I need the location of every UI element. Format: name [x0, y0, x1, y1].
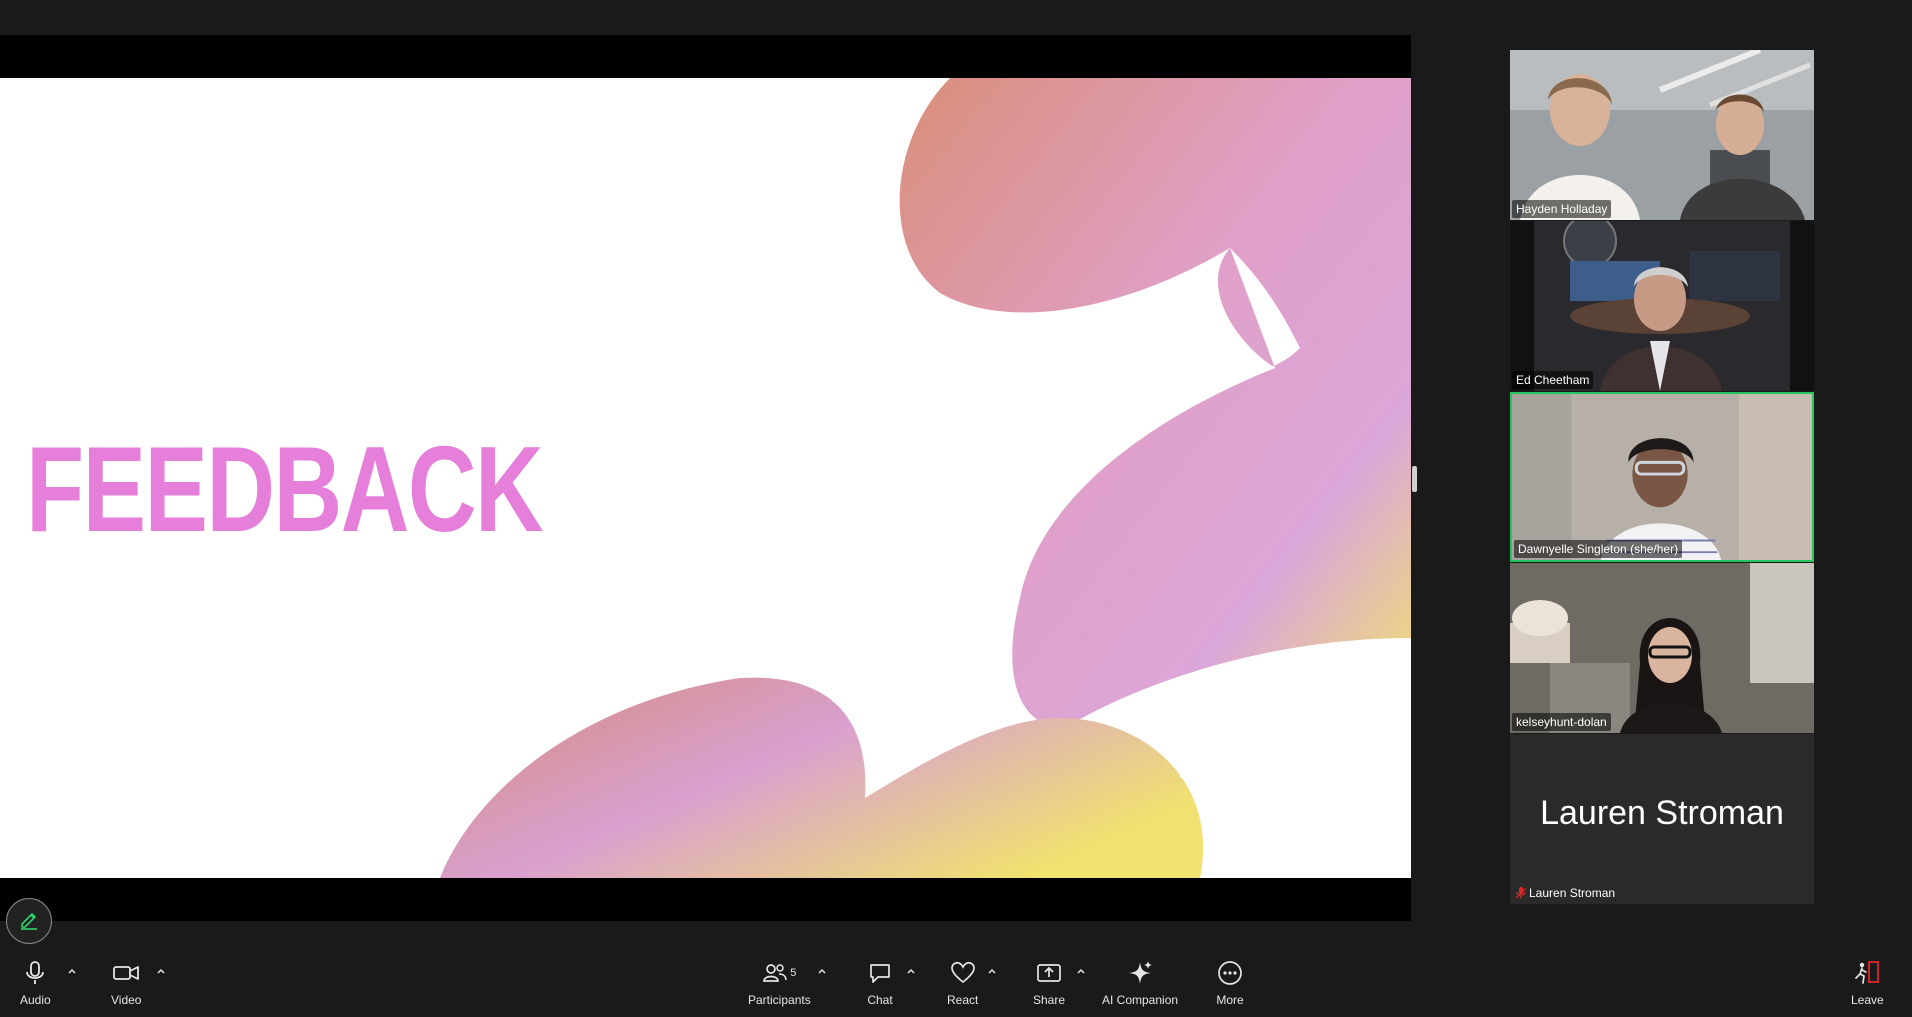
participants-button[interactable]: 5 Participants: [748, 958, 811, 1007]
heart-icon: [950, 961, 975, 984]
annotate-button[interactable]: [6, 898, 52, 944]
leave-label: Leave: [1851, 993, 1884, 1007]
sparkle-icon: [1129, 961, 1153, 984]
participant-tile[interactable]: Hayden Holladay: [1510, 50, 1814, 220]
video-camera-icon: [113, 966, 140, 980]
share-label: Share: [1033, 993, 1066, 1007]
shared-screen: FEEDBACK: [0, 35, 1411, 921]
participant-video: [1512, 394, 1812, 560]
participants-label: Participants: [748, 993, 811, 1007]
participants-options-chevron-up-icon[interactable]: [816, 965, 828, 977]
ai-companion-label: AI Companion: [1102, 993, 1179, 1007]
video-label: Video: [111, 993, 142, 1007]
chat-bubble-icon: [870, 964, 890, 983]
participant-tile-video-off[interactable]: Lauren Stroman Lauren Stroman: [1510, 734, 1814, 904]
chat-label: Chat: [867, 993, 893, 1007]
participant-name: kelseyhunt-dolan: [1512, 713, 1611, 731]
slide-title: FEEDBACK: [26, 421, 544, 557]
participants-count: 5: [790, 967, 797, 979]
chat-options-chevron-up-icon[interactable]: [905, 965, 917, 977]
share-button[interactable]: Share: [1033, 958, 1065, 1007]
mic-muted-icon: [1516, 887, 1526, 899]
video-button[interactable]: Video: [111, 958, 141, 1007]
participant-name-row: Lauren Stroman: [1512, 884, 1619, 902]
participant-name: Dawnyelle Singleton (she/her): [1514, 540, 1683, 558]
meeting-window: FEEDBACK Hayden Holladay Ed Cheetham Daw…: [0, 0, 1912, 1017]
pencil-icon: [21, 913, 37, 930]
more-options-icon: [1218, 961, 1242, 985]
audio-options-chevron-up-icon[interactable]: [66, 965, 78, 977]
participant-tile[interactable]: kelseyhunt-dolan: [1510, 563, 1814, 733]
react-options-chevron-up-icon[interactable]: [986, 965, 998, 977]
audio-label: Audio: [20, 993, 51, 1007]
share-screen-icon: [1037, 964, 1061, 982]
participant-video: [1510, 221, 1814, 391]
participant-name: Ed Cheetham: [1512, 371, 1594, 389]
participant-name: Lauren Stroman: [1529, 886, 1616, 900]
microphone-icon: [26, 961, 45, 984]
participant-avatar-name: Lauren Stroman: [1540, 794, 1784, 832]
presentation-slide: FEEDBACK: [0, 78, 1411, 878]
participant-name: Hayden Holladay: [1512, 200, 1612, 218]
react-button[interactable]: React: [947, 958, 978, 1007]
participant-video: [1510, 50, 1814, 220]
leave-button[interactable]: Leave: [1851, 958, 1884, 1007]
more-label: More: [1216, 993, 1244, 1007]
audio-button[interactable]: Audio: [20, 958, 51, 1007]
participant-tile-active-speaker[interactable]: Dawnyelle Singleton (she/her): [1510, 392, 1814, 562]
ai-companion-button[interactable]: AI Companion: [1102, 958, 1178, 1007]
react-label: React: [947, 993, 979, 1007]
participant-video: [1510, 563, 1814, 733]
chat-button[interactable]: Chat: [865, 958, 895, 1007]
share-options-chevron-up-icon[interactable]: [1075, 965, 1087, 977]
participants-icon: [763, 964, 788, 982]
gallery-resize-handle[interactable]: [1412, 466, 1417, 492]
participant-tile[interactable]: Ed Cheetham: [1510, 221, 1814, 391]
video-options-chevron-up-icon[interactable]: [155, 965, 167, 977]
more-button[interactable]: More: [1215, 958, 1245, 1007]
leave-door-icon: [1855, 961, 1880, 984]
meeting-toolbar: Audio Video 5 Participants Chat React Sh…: [0, 950, 1912, 1017]
